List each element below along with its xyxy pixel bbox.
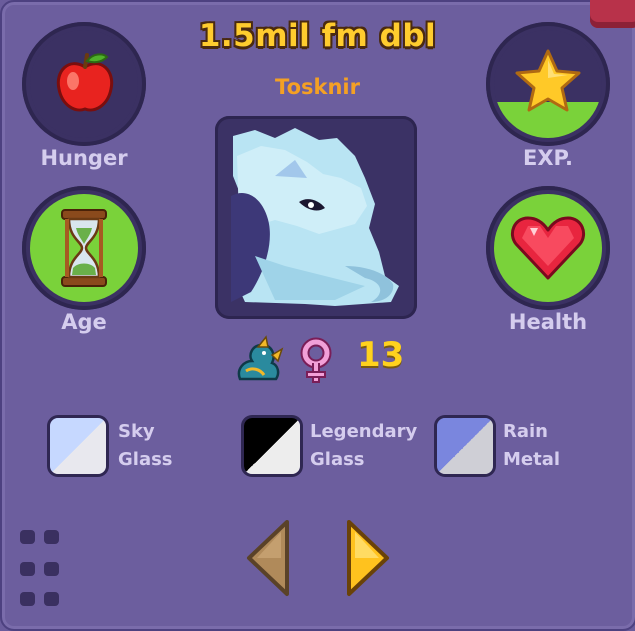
dragon-portrait-image (231, 128, 399, 306)
age-label: Age (61, 310, 107, 334)
gene-name: Sky Glass (118, 421, 173, 470)
gene-color-swatch (50, 418, 106, 474)
hunger-label: Hunger (40, 146, 128, 170)
health-label: Health (508, 310, 588, 334)
gene-name: Rain Metal (503, 421, 561, 470)
close-button[interactable] (590, 0, 635, 28)
previous-arrow-button[interactable] (243, 518, 293, 598)
exp-label: EXP. (522, 146, 574, 170)
apple-icon (56, 53, 114, 112)
star-icon (515, 49, 581, 112)
next-arrow-button[interactable] (343, 518, 393, 598)
menu-grid-icon[interactable] (20, 530, 64, 610)
dragon-count: 13 (357, 335, 405, 375)
dragon-portrait[interactable] (215, 116, 417, 319)
gene-name: Legendary Glass (310, 421, 418, 470)
female-icon (300, 337, 332, 383)
dragon-name: Tosknir (275, 75, 360, 99)
gene-color-swatch (437, 418, 493, 474)
gene-color-swatch (244, 418, 300, 474)
hourglass-icon (61, 209, 107, 287)
page-title: 1.5mil fm dbl (198, 18, 437, 54)
dragon-icon (237, 335, 284, 381)
heart-icon (511, 216, 585, 280)
